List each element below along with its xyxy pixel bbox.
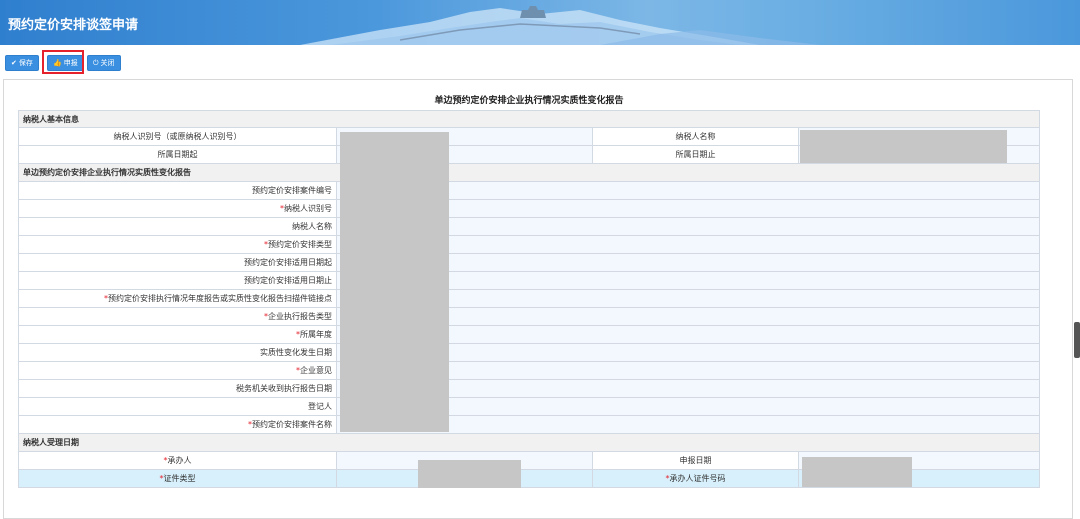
field-label: 预约定价安排适用日期起 <box>18 254 336 271</box>
field-label: 预约定价安排适用日期止 <box>18 272 336 289</box>
table-row: *纳税人识别号 <box>18 200 1040 218</box>
table-row: *预约定价安排案件名称 <box>18 416 1040 434</box>
field-label: 实质性变化发生日期 <box>18 344 336 361</box>
report-title: 单边预约定价安排企业执行情况实质性变化报告 <box>434 96 624 106</box>
table-row: 预约定价安排适用日期起 <box>18 254 1040 272</box>
section-title-acceptance: 纳税人受理日期 <box>18 434 1040 452</box>
field-label-text: 预约定价安排案件编号 <box>252 186 332 195</box>
handler-id-number-label-text: 承办人证件号码 <box>669 474 726 483</box>
field-label: *预约定价安排类型 <box>18 236 336 253</box>
table-row: 预约定价安排适用日期止 <box>18 272 1040 290</box>
field-label: *预约定价安排执行情况年度报告或实质性变化报告扫描件链接点 <box>18 290 336 307</box>
field-label-text: 纳税人识别号 <box>284 204 332 213</box>
field-label: *所属年度 <box>18 326 336 343</box>
close-label: 关闭 <box>100 59 115 67</box>
taxpayer-id-label: 纳税人识别号（或原纳税人识别号） <box>18 128 336 145</box>
table-row: *所属年度 <box>18 326 1040 344</box>
declare-date-label: 申报日期 <box>592 452 798 469</box>
check-circle-icon: ✔ <box>11 59 17 67</box>
app-header: 预约定价安排谈签申请 <box>0 0 1080 45</box>
toolbar: ✔ 保存 👍 申报 ⏻ 关闭 <box>0 45 1080 78</box>
table-row: 实质性变化发生日期 <box>18 344 1040 362</box>
field-label: 纳税人名称 <box>18 218 336 235</box>
field-label: *企业意见 <box>18 362 336 379</box>
field-label-text: 预约定价安排适用日期止 <box>244 276 332 285</box>
section-title-basic-info: 纳税人基本信息 <box>18 110 1040 128</box>
great-wall-banner-icon <box>300 6 820 45</box>
field-label-text: 预约定价安排类型 <box>268 240 332 249</box>
redaction-mask <box>800 130 1007 163</box>
table-row: 登记人 <box>18 398 1040 416</box>
close-button[interactable]: ⏻ 关闭 <box>87 55 121 71</box>
handler-label-text: 承办人 <box>167 456 192 465</box>
period-start-label: 所属日期起 <box>18 146 336 163</box>
page-header-title: 预约定价安排谈签申请 <box>8 18 139 33</box>
table-row: *企业意见 <box>18 362 1040 380</box>
field-label: 登记人 <box>18 398 336 415</box>
id-type-label: *证件类型 <box>18 470 336 487</box>
field-label: *企业执行报告类型 <box>18 308 336 325</box>
field-label-text: 预约定价安排案件名称 <box>252 420 332 429</box>
section-title-report: 单边预约定价安排企业执行情况实质性变化报告 <box>18 164 1040 182</box>
field-label-text: 税务机关收到执行报告日期 <box>236 384 332 393</box>
field-label-text: 登记人 <box>308 402 332 411</box>
table-row: 纳税人名称 <box>18 218 1040 236</box>
handler-label: *承办人 <box>18 452 336 469</box>
field-label-text: 预约定价安排执行情况年度报告或实质性变化报告扫描件链接点 <box>108 294 332 303</box>
power-icon: ⏻ <box>93 59 99 67</box>
taxpayer-name-label: 纳税人名称 <box>592 128 798 145</box>
field-label: *预约定价安排案件名称 <box>18 416 336 433</box>
save-button[interactable]: ✔ 保存 <box>5 55 39 71</box>
field-label-text: 企业意见 <box>300 366 332 375</box>
report-grid: 纳税人基本信息 纳税人识别号（或原纳税人识别号） 纳税人名称 所属日期起 所属日… <box>18 110 1040 488</box>
redaction-mask <box>340 132 449 432</box>
table-row: 税务机关收到执行报告日期 <box>18 380 1040 398</box>
highlight-box <box>42 50 84 74</box>
table-row: *预约定价安排执行情况年度报告或实质性变化报告扫描件链接点 <box>18 290 1040 308</box>
side-scroll-handle[interactable] <box>1074 322 1080 358</box>
handler-id-number-label: *承办人证件号码 <box>592 470 798 487</box>
table-row: *预约定价安排类型 <box>18 236 1040 254</box>
field-label-text: 实质性变化发生日期 <box>260 348 332 357</box>
field-label-text: 纳税人名称 <box>292 222 332 231</box>
field-label: 税务机关收到执行报告日期 <box>18 380 336 397</box>
field-label: *纳税人识别号 <box>18 200 336 217</box>
field-label-text: 企业执行报告类型 <box>268 312 332 321</box>
table-row: *企业执行报告类型 <box>18 308 1040 326</box>
field-label-text: 预约定价安排适用日期起 <box>244 258 332 267</box>
redaction-mask <box>802 457 912 487</box>
field-label: 预约定价安排案件编号 <box>18 182 336 199</box>
period-end-label: 所属日期止 <box>592 146 798 163</box>
field-label-text: 所属年度 <box>300 330 332 339</box>
redaction-mask <box>418 460 521 488</box>
table-row: 预约定价安排案件编号 <box>18 182 1040 200</box>
id-type-label-text: 证件类型 <box>163 474 196 483</box>
save-label: 保存 <box>18 59 33 67</box>
